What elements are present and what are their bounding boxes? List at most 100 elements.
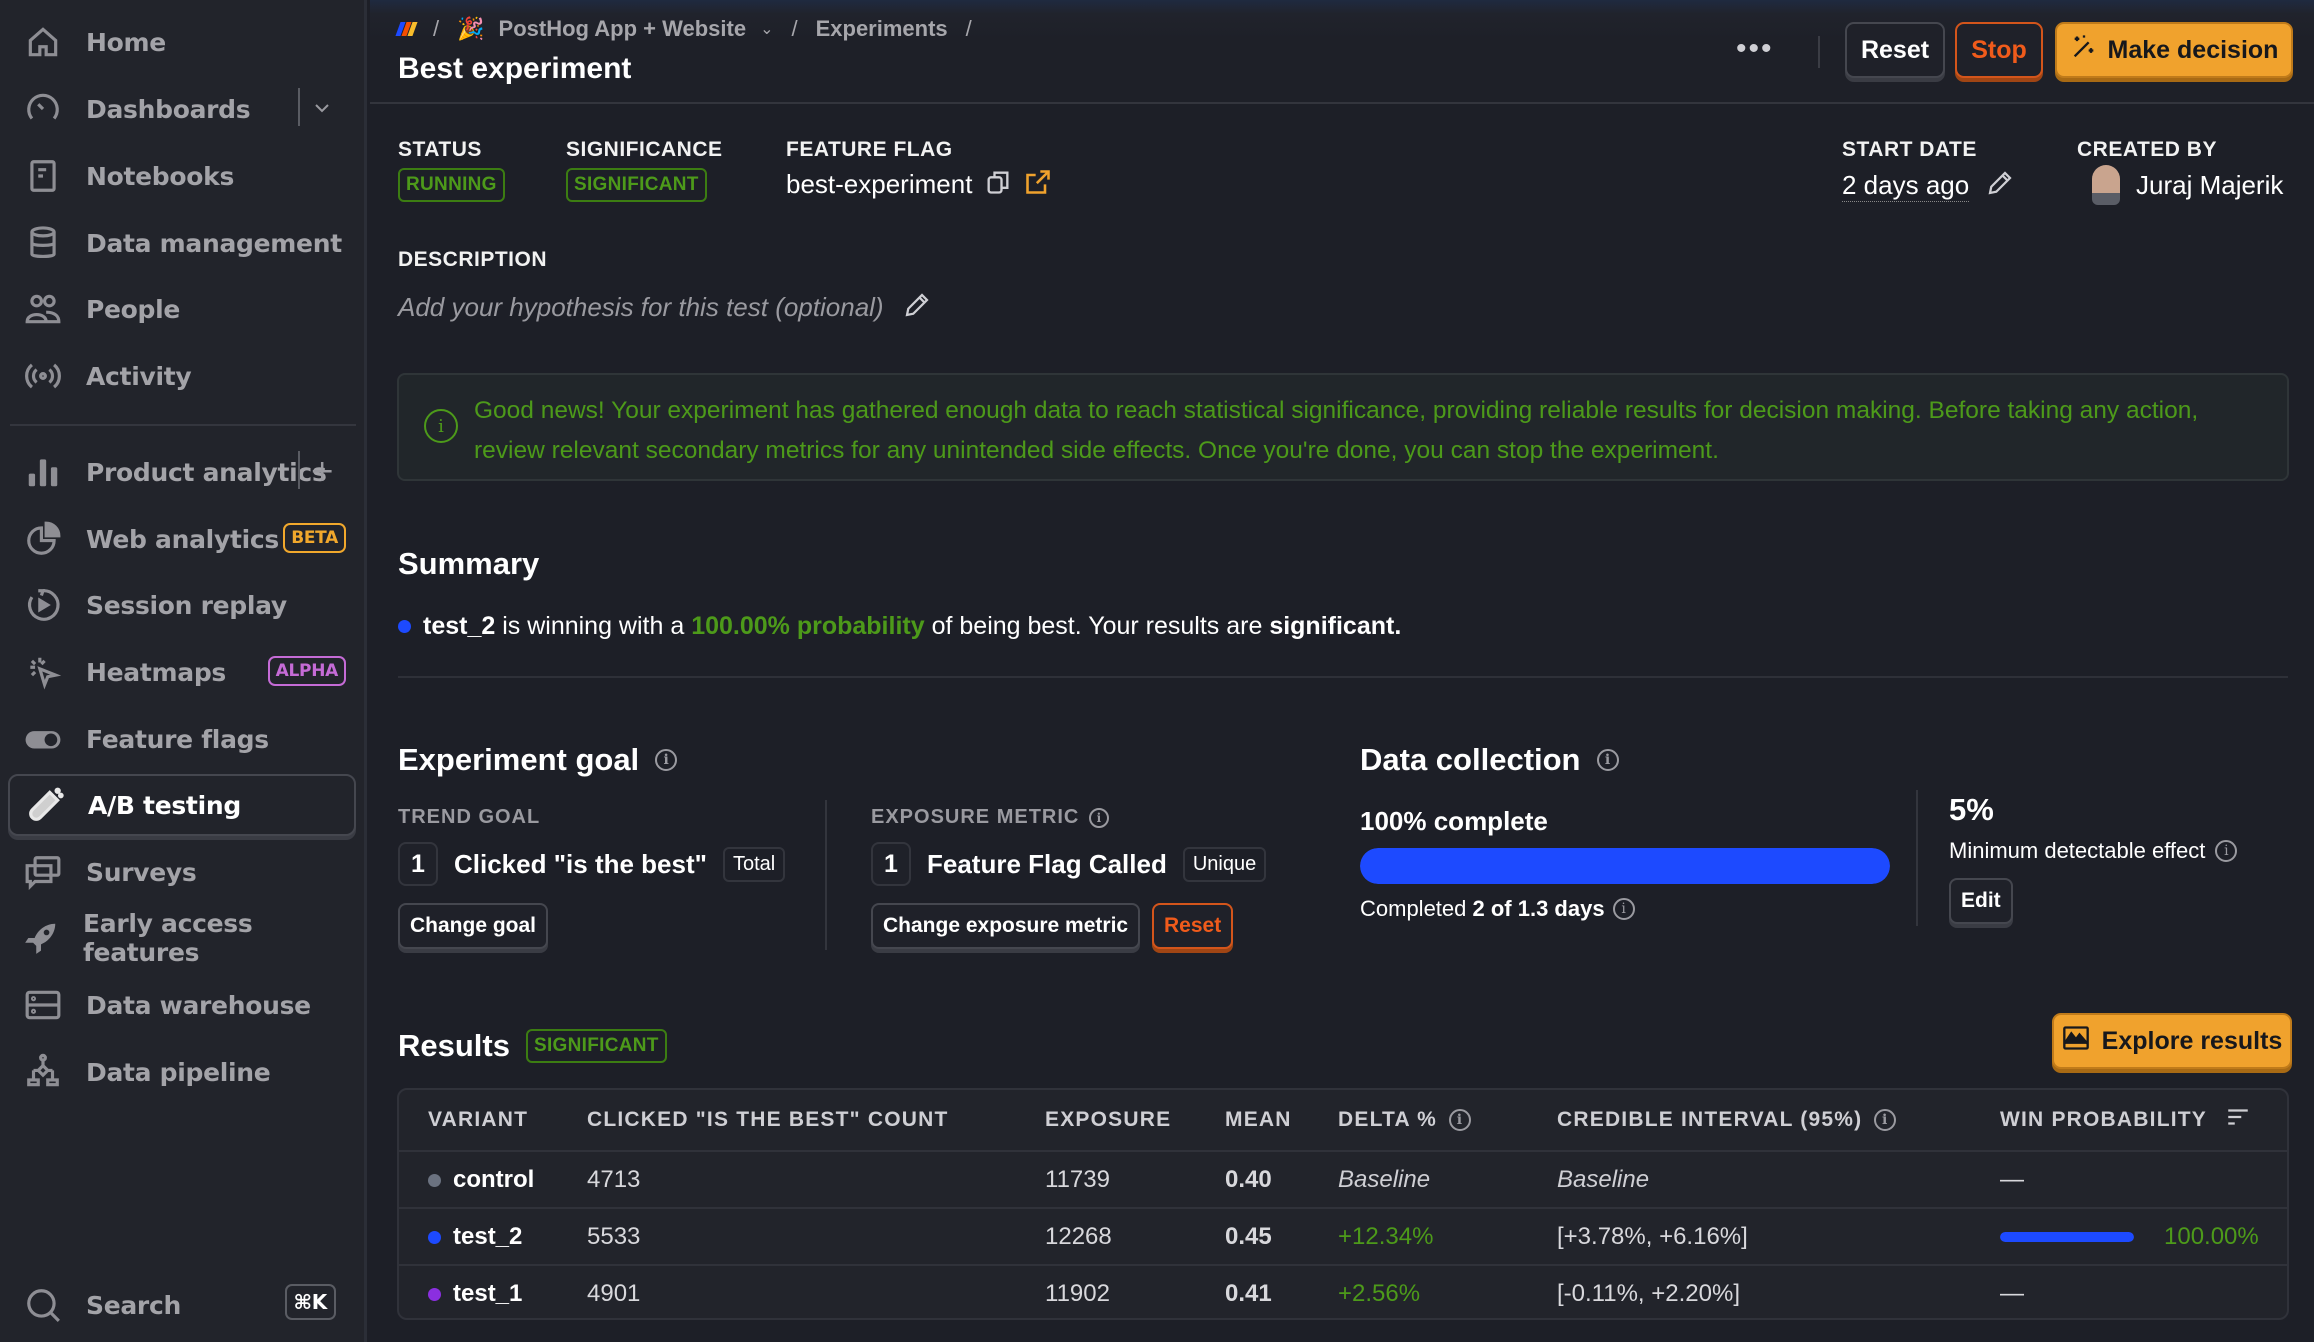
rocket-icon <box>22 917 61 959</box>
mean-cell: 0.45 <box>1225 1223 1272 1250</box>
exposure-metric-row: 1 Feature Flag Called Unique <box>871 842 1267 886</box>
win-probability-cell: 100.00% <box>2000 1209 2259 1265</box>
sidebar-item-surveys[interactable]: Surveys <box>8 841 356 903</box>
sidebar-item-notebooks[interactable]: Notebooks <box>8 145 356 207</box>
info-icon[interactable]: i <box>1596 749 1619 771</box>
divider <box>825 800 827 950</box>
notebook-icon <box>22 155 64 197</box>
exposure-cell: 12268 <box>1045 1223 1112 1250</box>
data-collection-header: Data collection i <box>1360 742 1619 778</box>
posthog-logo-icon[interactable] <box>395 22 418 36</box>
significance-badge: SIGNIFICANT <box>566 168 707 202</box>
delta-cell: +2.56% <box>1338 1280 1421 1307</box>
sidebar-search[interactable]: Search ⌘K <box>8 1274 356 1336</box>
variant-dot <box>428 1173 441 1187</box>
party-popper-icon: 🎉 <box>457 16 485 41</box>
change-goal-button[interactable]: Change goal <box>398 903 549 949</box>
divider <box>298 451 300 489</box>
edit-icon[interactable] <box>1985 168 2015 203</box>
chevron-down-icon[interactable] <box>306 90 338 126</box>
stop-button[interactable]: Stop <box>1955 22 2043 78</box>
delta-cell: +12.34% <box>1338 1223 1434 1250</box>
info-icon[interactable]: i <box>1449 1109 1472 1131</box>
home-icon <box>22 21 64 63</box>
mde-row: Minimum detectable effect i <box>1949 838 2238 864</box>
info-icon[interactable]: i <box>1089 807 1110 828</box>
make-decision-button[interactable]: Make decision <box>2055 22 2293 78</box>
sidebar-item-web-analytics[interactable]: Web analytics BETA <box>8 508 356 570</box>
breadcrumb: / 🎉 PostHog App + Website ⌄ / Experiment… <box>395 16 976 42</box>
sidebar-item-label: Data management <box>86 228 342 258</box>
trend-goal-label: TREND GOAL <box>398 806 541 828</box>
edit-icon[interactable] <box>902 290 932 325</box>
chart-mountain-icon <box>2062 1024 2090 1059</box>
sidebar-item-label: Heatmaps <box>86 657 226 687</box>
progress-fill <box>1360 848 1890 884</box>
sidebar-item-data-pipeline[interactable]: Data pipeline <box>8 1041 356 1103</box>
external-link-icon[interactable] <box>1024 168 1052 201</box>
exposure-event-name: Feature Flag Called <box>927 848 1167 879</box>
win-probability-bar <box>2000 1232 2134 1242</box>
divider <box>1916 790 1918 926</box>
sidebar-item-data-warehouse[interactable]: Data warehouse <box>8 974 356 1036</box>
status-label: STATUS <box>398 138 482 161</box>
sidebar-item-data-management[interactable]: Data management <box>8 212 356 274</box>
change-exposure-metric-button[interactable]: Change exposure metric <box>871 903 1141 949</box>
summary-text: test_2 is winning with a 100.00% probabi… <box>398 612 1401 641</box>
copy-icon[interactable] <box>984 168 1012 201</box>
variant-cell: control <box>428 1152 534 1208</box>
sidebar-item-product-analytics[interactable]: Product analytics + <box>8 441 356 503</box>
status-badge: RUNNING <box>398 168 505 202</box>
data-collection-title: Data collection <box>1360 742 1581 777</box>
table-row: test_2 5533 12268 0.45 +12.34% [+3.78%, +6.16… <box>399 1207 2287 1263</box>
exposure-metric-header: EXPOSURE METRIC i <box>871 806 1110 829</box>
winning-variant: test_2 <box>423 612 496 640</box>
breadcrumb-separator: / <box>791 16 798 41</box>
sidebar-item-activity[interactable]: Activity <box>8 345 356 407</box>
chevron-down-icon[interactable]: ⌄ <box>760 19 773 39</box>
replay-icon <box>22 584 64 626</box>
info-icon[interactable]: i <box>655 749 678 771</box>
sidebar-item-label: Early access features <box>82 909 253 967</box>
variant-dot <box>398 620 411 633</box>
plus-icon[interactable]: + <box>306 453 338 489</box>
column-header-count: CLICKED "IS THE BEST" COUNT <box>587 1108 949 1131</box>
info-icon[interactable]: i <box>2215 840 2238 862</box>
column-header-interval: CREDIBLE INTERVAL (95%) i <box>1557 1090 1897 1150</box>
sidebar-item-session-replay[interactable]: Session replay <box>8 574 356 636</box>
sidebar-item-early-access[interactable]: Early access features <box>8 907 356 969</box>
column-header-win-probability[interactable]: WIN PROBABILITY <box>2000 1090 2251 1150</box>
edit-mde-button[interactable]: Edit <box>1949 878 2013 924</box>
page-title[interactable]: Best experiment <box>398 52 631 86</box>
sidebar-item-heatmaps[interactable]: Heatmaps ALPHA <box>8 641 356 703</box>
sort-icon[interactable] <box>2225 1104 2251 1136</box>
description-row[interactable]: Add your hypothesis for this test (optio… <box>398 290 932 325</box>
column-header-label: DELTA % <box>1338 1108 1438 1131</box>
breadcrumb-experiments[interactable]: Experiments <box>816 16 948 42</box>
reset-button[interactable]: Reset <box>1845 22 1945 78</box>
sidebar-item-ab-testing[interactable]: A/B testing <box>8 774 356 836</box>
explore-results-button[interactable]: Explore results <box>2052 1013 2292 1069</box>
more-options-button[interactable]: ••• <box>1736 32 1774 66</box>
bar-chart-icon <box>22 451 64 493</box>
column-header-exposure: EXPOSURE <box>1045 1108 1172 1131</box>
sidebar-item-people[interactable]: People <box>8 278 356 340</box>
win-probability: 100.00% probability <box>691 612 925 640</box>
reset-exposure-button[interactable]: Reset <box>1152 903 1234 949</box>
breadcrumb-project[interactable]: PostHog App + Website <box>499 16 747 42</box>
info-icon[interactable]: i <box>1612 898 1635 920</box>
sidebar-item-feature-flags[interactable]: Feature flags <box>8 708 356 770</box>
info-icon[interactable]: i <box>1874 1109 1897 1131</box>
data-collection-progress <box>1360 848 1890 884</box>
trend-event-name: Clicked "is the best" <box>454 848 707 879</box>
significance-banner: i Good news! Your experiment has gathere… <box>397 373 2289 481</box>
sidebar-item-home[interactable]: Home <box>8 11 356 73</box>
variant-name: test_2 <box>453 1223 523 1250</box>
column-header-variant: VARIANT <box>428 1108 529 1131</box>
toggle-icon <box>22 718 64 760</box>
description-placeholder[interactable]: Add your hypothesis for this test (optio… <box>398 292 884 323</box>
sidebar-item-dashboards[interactable]: Dashboards <box>8 78 356 140</box>
column-header-label: WIN PROBABILITY <box>2000 1108 2207 1131</box>
experiment-goal-header: Experiment goal i <box>398 742 678 778</box>
table-row: control 4713 11739 0.40 Baseline Baseline — <box>399 1150 2287 1206</box>
